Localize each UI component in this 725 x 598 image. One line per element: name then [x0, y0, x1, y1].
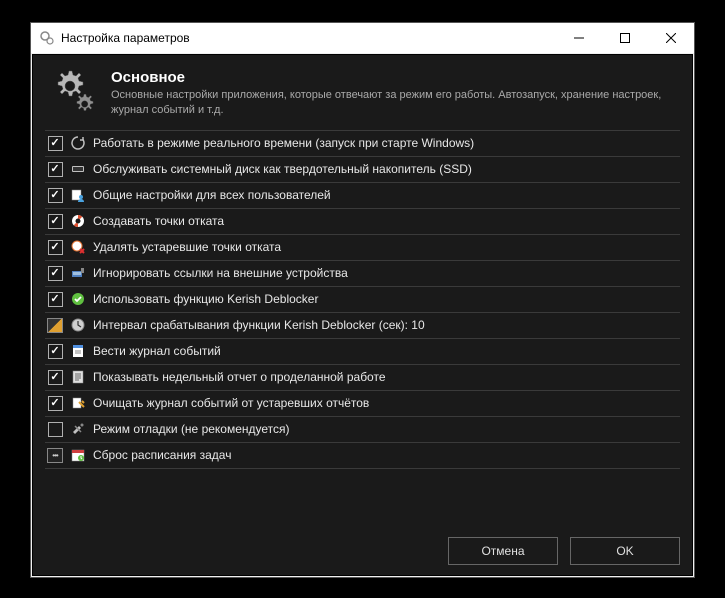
option-label: Вести журнал событий [93, 344, 221, 358]
ok-button[interactable]: OK [570, 537, 680, 565]
option-row[interactable]: Общие настройки для всех пользователей [45, 183, 680, 209]
log-icon [70, 343, 86, 359]
checkbox[interactable] [47, 214, 63, 229]
lifebuoy-icon [70, 213, 86, 229]
schedule-icon [70, 447, 86, 463]
option-label: Общие настройки для всех пользователей [93, 188, 331, 202]
option-row[interactable]: Работать в режиме реального времени (зап… [45, 131, 680, 157]
edit-control[interactable] [47, 318, 63, 333]
broom-icon [70, 395, 86, 411]
link-device-icon [70, 265, 86, 281]
option-row[interactable]: Обслуживать системный диск как твердотел… [45, 157, 680, 183]
clock-icon [70, 317, 86, 333]
titlebar[interactable]: Настройка параметров [31, 23, 694, 53]
window-controls [556, 23, 694, 53]
content-area: Основное Основные настройки приложения, … [32, 54, 693, 576]
checkbox[interactable] [47, 162, 63, 177]
option-label: Режим отладки (не рекомендуется) [93, 422, 290, 436]
maximize-button[interactable] [602, 23, 648, 53]
app-icon [39, 30, 55, 46]
page-title: Основное [111, 69, 680, 86]
option-label: Удалять устаревшие точки отката [93, 240, 281, 254]
settings-window: Настройка параметров [30, 22, 695, 578]
option-label: Создавать точки отката [93, 214, 224, 228]
option-label: Сброс расписания задач [93, 448, 231, 462]
users-icon [70, 187, 86, 203]
checkbox[interactable] [47, 396, 63, 411]
option-label: Игнорировать ссылки на внешние устройств… [93, 266, 348, 280]
option-row[interactable]: Интервал срабатывания функции Kerish Deb… [45, 313, 680, 339]
minimize-button[interactable] [556, 23, 602, 53]
gear-refresh-icon [70, 135, 86, 151]
window-title: Настройка параметров [61, 31, 556, 45]
checkbox[interactable] [47, 188, 63, 203]
close-button[interactable] [648, 23, 694, 53]
option-row[interactable]: Показывать недельный отчет о проделанной… [45, 365, 680, 391]
option-row[interactable]: Режим отладки (не рекомендуется) [45, 417, 680, 443]
option-label: Работать в режиме реального времени (зап… [93, 136, 474, 150]
checkbox[interactable] [47, 422, 63, 437]
checkbox[interactable] [47, 344, 63, 359]
option-label: Очищать журнал событий от устаревших отч… [93, 396, 369, 410]
checkbox[interactable] [47, 240, 63, 255]
option-row[interactable]: Удалять устаревшие точки отката [45, 235, 680, 261]
ssd-icon [70, 161, 86, 177]
cancel-button[interactable]: Отмена [448, 537, 558, 565]
option-label: Интервал срабатывания функции Kerish Deb… [93, 318, 425, 332]
option-row[interactable]: ••• Сброс расписания задач [45, 443, 680, 469]
option-row[interactable]: Вести журнал событий [45, 339, 680, 365]
footer-buttons: Отмена OK [45, 525, 680, 565]
option-row[interactable]: Очищать журнал событий от устаревших отч… [45, 391, 680, 417]
debug-icon [70, 421, 86, 437]
action-control[interactable]: ••• [47, 448, 63, 463]
delete-point-icon [70, 239, 86, 255]
shield-ok-icon [70, 291, 86, 307]
page-subtitle: Основные настройки приложения, которые о… [111, 88, 680, 118]
report-icon [70, 369, 86, 385]
option-label: Обслуживать системный диск как твердотел… [93, 162, 472, 176]
checkbox[interactable] [47, 370, 63, 385]
options-list: Работать в режиме реального времени (зап… [45, 130, 680, 525]
option-row[interactable]: Игнорировать ссылки на внешние устройств… [45, 261, 680, 287]
checkbox[interactable] [47, 266, 63, 281]
option-row[interactable]: Использовать функцию Kerish Deblocker [45, 287, 680, 313]
option-label: Использовать функцию Kerish Deblocker [93, 292, 318, 306]
checkbox[interactable] [47, 136, 63, 151]
header-section: Основное Основные настройки приложения, … [45, 63, 680, 130]
header-text: Основное Основные настройки приложения, … [111, 69, 680, 118]
checkbox[interactable] [47, 292, 63, 307]
option-row[interactable]: Создавать точки отката [45, 209, 680, 235]
gears-icon [49, 69, 97, 117]
option-label: Показывать недельный отчет о проделанной… [93, 370, 386, 384]
